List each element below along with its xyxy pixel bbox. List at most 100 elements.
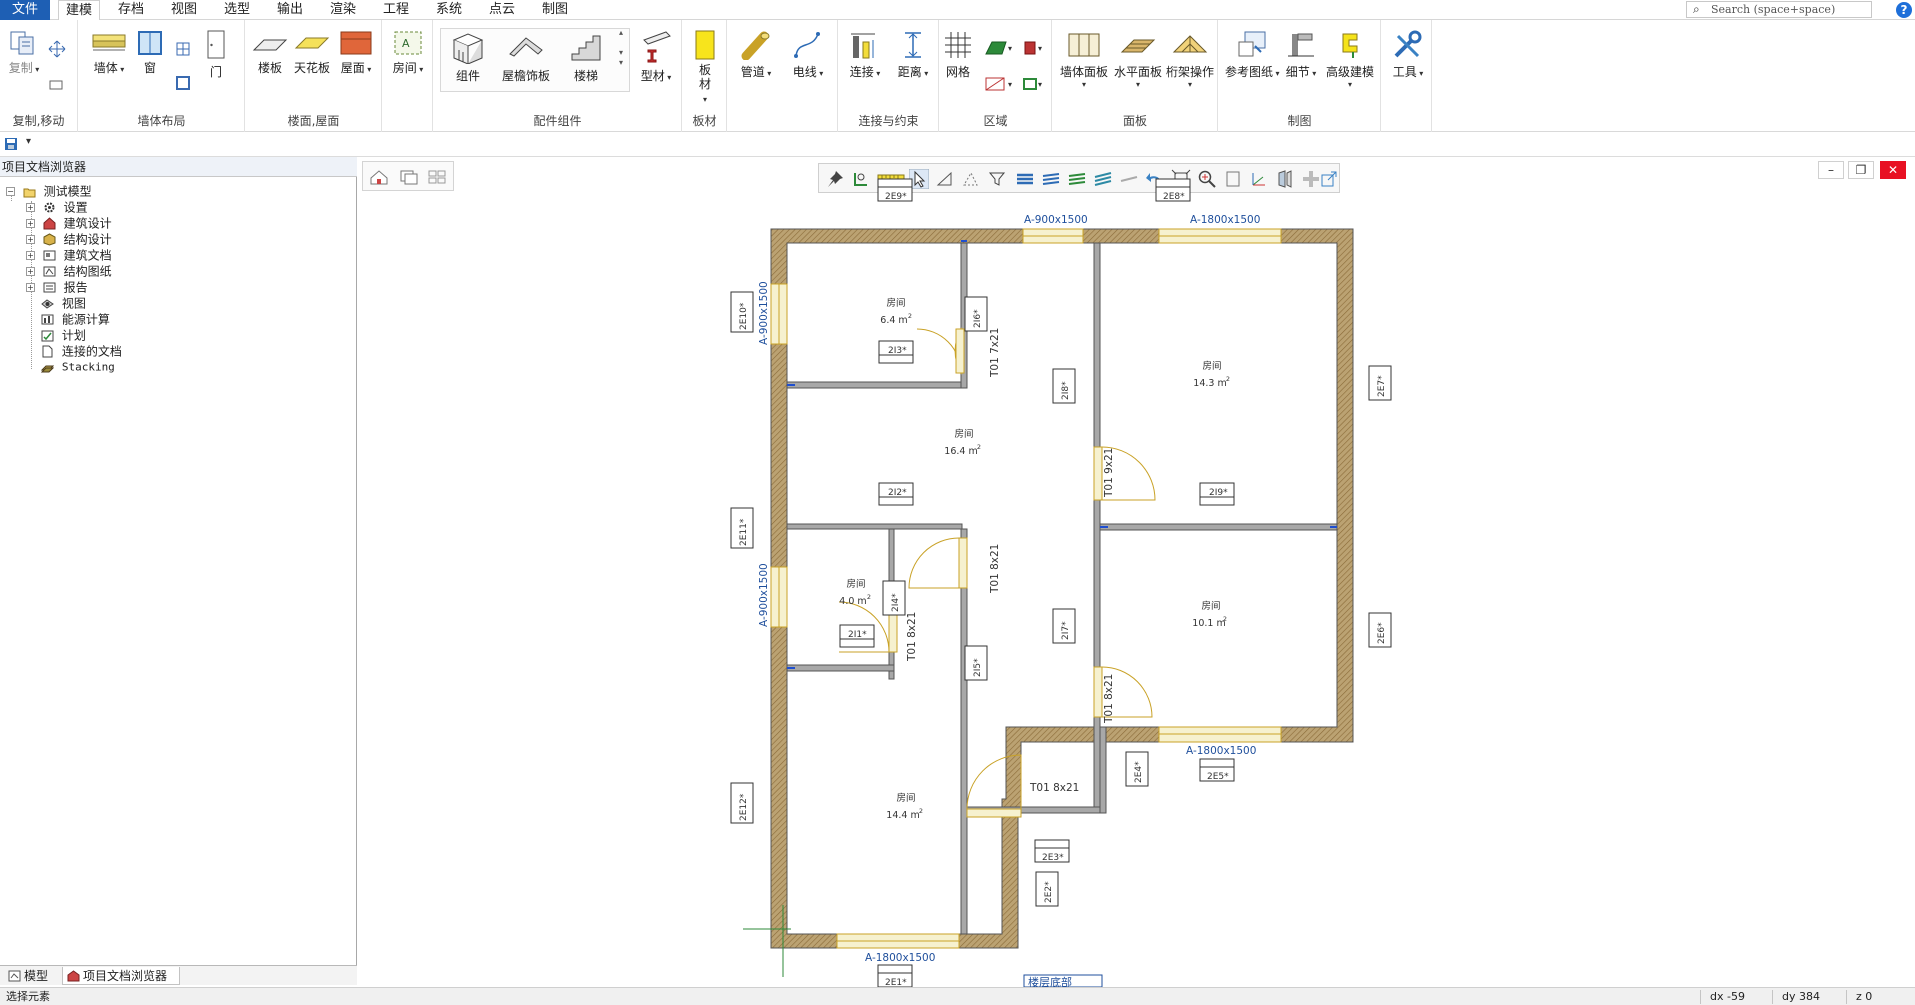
- pipe-icon: [741, 31, 770, 60]
- floor-bottom-label[interactable]: 楼层底部: [1023, 974, 1103, 987]
- expand-icon[interactable]: +: [26, 283, 35, 292]
- room-name: 房间: [954, 428, 973, 440]
- tab-system[interactable]: 系统: [428, 0, 470, 20]
- status-dy: dy 384: [1782, 990, 1820, 1003]
- tab-project-browser[interactable]: 项目文档浏览器: [62, 967, 180, 985]
- door-label: T01 8x21: [989, 544, 1001, 594]
- tree-node-plan[interactable]: 计划: [6, 327, 346, 343]
- component-button[interactable]: 组件: [446, 30, 490, 84]
- quick-access-dropdown-icon[interactable]: ▾: [26, 136, 31, 147]
- floor-button[interactable]: 楼板: [250, 32, 290, 76]
- tab-project[interactable]: 工程: [375, 0, 417, 20]
- cable-button[interactable]: 电线 ▾: [786, 30, 830, 80]
- save-icon[interactable]: [4, 137, 18, 151]
- profile-button[interactable]: 型材 ▾: [634, 30, 678, 84]
- interior-walls[interactable]: [786, 242, 1338, 935]
- roof-button[interactable]: 屋面 ▾: [336, 30, 376, 76]
- detail-icon: [1288, 33, 1314, 57]
- tree-node-energy[interactable]: 能源计算: [6, 311, 346, 327]
- expand-icon[interactable]: +: [26, 235, 35, 244]
- wall-button[interactable]: 墙体 ▾: [89, 30, 129, 76]
- tab-render[interactable]: 渲染: [322, 0, 364, 20]
- tab-pointcloud[interactable]: 点云: [481, 0, 523, 20]
- help-icon[interactable]: ?: [1896, 2, 1912, 18]
- tree-node-struct-design[interactable]: + 结构设计: [6, 231, 346, 247]
- roof-decor-button[interactable]: 屋檐饰板: [492, 30, 560, 84]
- expand-icon[interactable]: +: [26, 219, 35, 228]
- region-hatch-icon[interactable]: ▾: [984, 40, 1014, 56]
- copy-button[interactable]: 复制 ▾: [6, 30, 42, 76]
- copy-label: 复制: [8, 61, 33, 75]
- tab-output[interactable]: 输出: [269, 0, 311, 20]
- project-browser-panel: 项目文档浏览器 − 测试模型 + 设置 + 建筑设计 + 结构设计 + 建筑文档: [0, 157, 357, 985]
- group-title-components: 配件组件: [533, 114, 582, 128]
- search-input[interactable]: ⌕ Search (space+space): [1686, 1, 1872, 18]
- ceiling-button[interactable]: 天花板: [292, 32, 332, 76]
- tree-node-linked-docs[interactable]: 连接的文档: [6, 343, 346, 359]
- advanced-modeling-icon: [1342, 33, 1358, 58]
- room-area: 4.0 m: [839, 596, 866, 607]
- tab-selection[interactable]: 选型: [216, 0, 258, 20]
- truss-button[interactable]: 桁架操作 ▾: [1163, 30, 1217, 89]
- svg-text:2E5*: 2E5*: [1207, 772, 1229, 782]
- door-button[interactable]: 门: [201, 30, 231, 80]
- tree-node-struct-drawings[interactable]: + 结构图纸: [6, 263, 346, 279]
- window-label: A-1800x1500: [1186, 745, 1256, 757]
- tag-marker-horizontal: 2I1*: [839, 624, 875, 648]
- pipe-button[interactable]: 管道 ▾: [734, 30, 778, 80]
- tab-archive[interactable]: 存档: [110, 0, 152, 20]
- tools-button[interactable]: 工具 ▾: [1386, 30, 1430, 80]
- tree-node-views[interactable]: 视图: [6, 295, 346, 311]
- ref-drawing-button[interactable]: 参考图纸 ▾: [1225, 30, 1280, 80]
- window-button[interactable]: 窗: [135, 30, 165, 76]
- advanced-modeling-button[interactable]: 高级建模 ▾: [1321, 30, 1379, 89]
- tree-node-arch-design[interactable]: + 建筑设计: [6, 215, 346, 231]
- board-label: 板材: [698, 63, 711, 91]
- area-superscript: 2: [919, 807, 923, 815]
- expand-icon[interactable]: +: [26, 251, 35, 260]
- wall-panel-button[interactable]: 墙体面板 ▾: [1057, 30, 1111, 89]
- tab-modeling[interactable]: 建模: [58, 0, 100, 21]
- tree-node-root[interactable]: − 测试模型: [6, 183, 346, 199]
- floor-panel-button[interactable]: 水平面板 ▾: [1111, 30, 1165, 89]
- connect-button[interactable]: 连接 ▾: [843, 30, 887, 80]
- stair-button[interactable]: 楼梯: [564, 30, 608, 84]
- tab-file[interactable]: 文件: [0, 0, 50, 20]
- group-tools: 工具 ▾: [1382, 20, 1432, 132]
- move-icon[interactable]: [48, 40, 66, 58]
- group-title-copy-move: 复制,移动: [12, 114, 65, 128]
- svg-text:2E4*: 2E4*: [1134, 761, 1144, 783]
- tree-node-arch-docs[interactable]: + 建筑文档: [6, 247, 346, 263]
- expand-icon[interactable]: +: [26, 267, 35, 276]
- profile-icon: [643, 31, 671, 63]
- window-grid-icon[interactable]: [176, 42, 190, 56]
- model-tab-icon: [8, 970, 21, 982]
- grid-button[interactable]: 网格: [940, 30, 976, 80]
- gallery-scroll[interactable]: ▴ ▾ ▾: [614, 28, 628, 92]
- room-name: 房间: [886, 297, 905, 309]
- board-button[interactable]: 板材 ▾: [687, 30, 723, 107]
- collapse-icon[interactable]: −: [6, 187, 15, 196]
- drawing-viewport[interactable]: – ❐ ✕ A-900x1500 A-1800x1500 A-900x1500 …: [358, 157, 1915, 987]
- opening-icon[interactable]: [176, 76, 190, 90]
- detail-button[interactable]: 细节 ▾: [1281, 30, 1321, 80]
- tab-model[interactable]: 模型: [4, 967, 58, 985]
- region-outline-icon[interactable]: ▾: [1022, 76, 1048, 92]
- door-label: T01 9x21: [1103, 448, 1115, 498]
- tree-node-stacking[interactable]: Stacking: [6, 359, 346, 375]
- tab-drafting[interactable]: 制图: [534, 0, 576, 20]
- connect-icon: [851, 33, 875, 59]
- tab-view[interactable]: 视图: [163, 0, 205, 20]
- room-button[interactable]: A 房间 ▾: [387, 30, 429, 76]
- rotate-icon[interactable]: [48, 78, 64, 92]
- component-icon: [452, 33, 484, 64]
- expand-icon[interactable]: +: [26, 203, 35, 212]
- group-copy-move: 复制 ▾ 复制,移动: [0, 20, 78, 132]
- floor-plan[interactable]: A-900x1500 A-1800x1500 A-900x1500 A-900x…: [358, 157, 1915, 987]
- door-label: T01 8x21: [1029, 782, 1079, 794]
- region-fill-icon[interactable]: ▾: [1022, 40, 1048, 56]
- tree-node-reports[interactable]: + 报告: [6, 279, 346, 295]
- distance-button[interactable]: 距离 ▾: [891, 30, 935, 80]
- tree-node-settings[interactable]: + 设置: [6, 199, 346, 215]
- region-pattern-icon[interactable]: ▾: [984, 76, 1014, 92]
